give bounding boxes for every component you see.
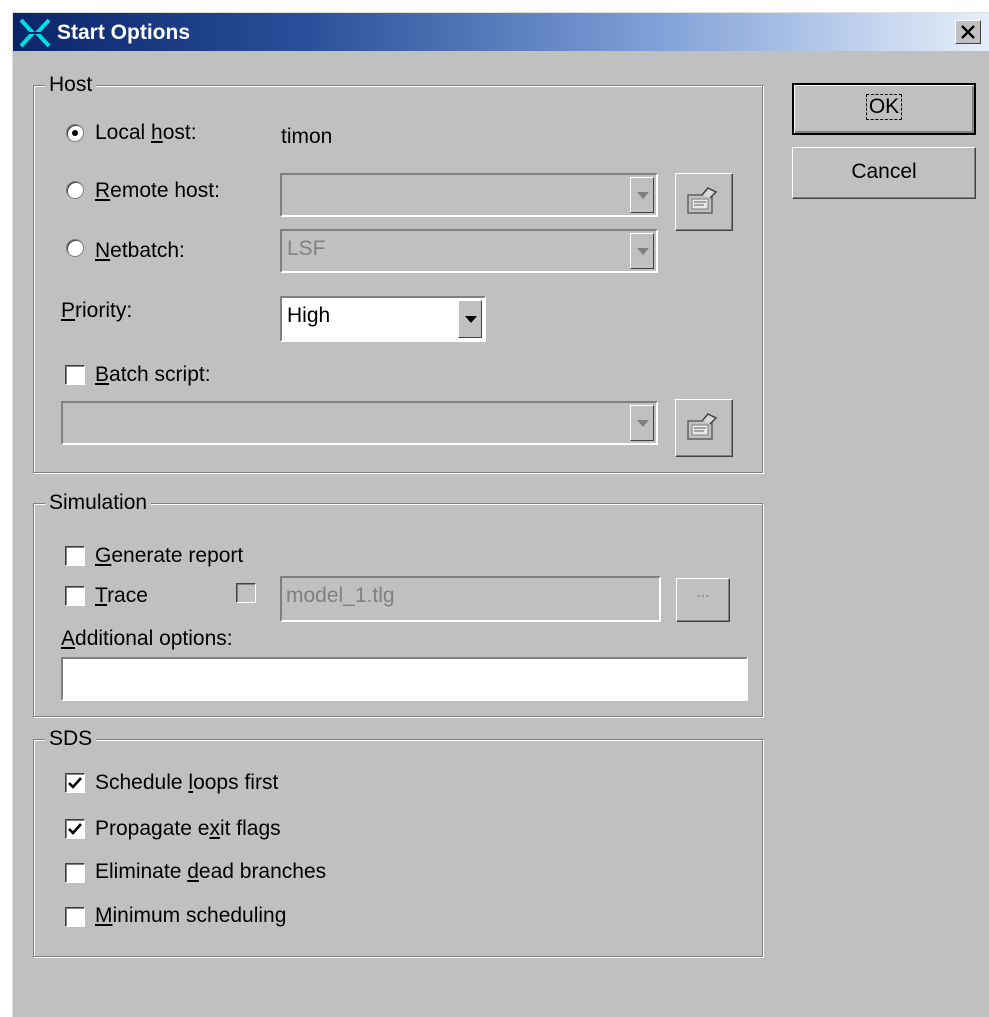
- priority-dropdown-arrow[interactable]: [458, 300, 482, 338]
- additional-options-label: Additional options:: [61, 627, 233, 650]
- window-title: Start Options: [57, 21, 191, 44]
- trace-checkbox[interactable]: [65, 586, 85, 606]
- eliminate-dead-branches-label[interactable]: Eliminate dead branches: [95, 860, 326, 884]
- netbatch-label[interactable]: Netbatch:: [95, 239, 185, 263]
- batch-script-checkbox[interactable]: [65, 365, 85, 385]
- app-logo-icon: [19, 18, 51, 48]
- batch-script-combo[interactable]: [61, 401, 658, 445]
- remote-host-label[interactable]: Remote host:: [95, 179, 220, 203]
- ellipsis-label: ...: [696, 584, 710, 601]
- generate-report-checkbox[interactable]: [65, 546, 85, 566]
- close-x-icon: [961, 25, 975, 39]
- folder-properties-icon: [687, 413, 718, 440]
- trace-label[interactable]: Trace: [95, 584, 148, 608]
- folder-properties-icon: [687, 187, 718, 214]
- remote-host-radio[interactable]: [66, 181, 84, 199]
- local-host-radio[interactable]: [66, 124, 84, 142]
- checkmark-icon: [68, 777, 82, 789]
- netbatch-value: LSF: [287, 237, 326, 260]
- host-legend: Host: [45, 73, 97, 97]
- ok-button[interactable]: OK: [792, 83, 976, 135]
- additional-options-input[interactable]: [61, 657, 748, 701]
- start-options-dialog: Start Options OK Cancel Host Local host:…: [12, 12, 989, 1017]
- netbatch-combo[interactable]: LSF: [280, 229, 658, 273]
- priority-select[interactable]: High: [280, 296, 486, 342]
- trace-file-checkbox[interactable]: [236, 583, 256, 603]
- remote-host-browse-button[interactable]: [675, 173, 733, 231]
- netbatch-radio[interactable]: [66, 239, 84, 257]
- batch-script-browse-button[interactable]: [675, 399, 733, 457]
- schedule-loops-first-checkbox[interactable]: [65, 773, 85, 793]
- minimum-scheduling-checkbox[interactable]: [65, 907, 85, 927]
- cancel-label: Cancel: [851, 160, 917, 183]
- eliminate-dead-branches-checkbox[interactable]: [65, 863, 85, 883]
- generate-report-label[interactable]: Generate report: [95, 544, 243, 568]
- priority-value: High: [287, 304, 331, 327]
- trace-file-value: model_1.tlg: [286, 584, 395, 607]
- netbatch-dropdown-arrow[interactable]: [630, 233, 654, 269]
- propagate-exit-flags-checkbox[interactable]: [65, 819, 85, 839]
- minimum-scheduling-label[interactable]: Minimum scheduling: [95, 904, 286, 928]
- schedule-loops-first-label[interactable]: Schedule loops first: [95, 771, 278, 795]
- propagate-exit-flags-label[interactable]: Propagate exit flags: [95, 817, 281, 841]
- sds-legend: SDS: [45, 727, 97, 751]
- local-host-label[interactable]: Local host:: [95, 121, 197, 145]
- batch-script-dropdown-arrow[interactable]: [630, 405, 654, 441]
- checkmark-icon: [68, 823, 82, 835]
- local-host-value: timon: [281, 125, 333, 148]
- priority-label: Priority:: [61, 299, 133, 322]
- remote-host-combo[interactable]: [280, 173, 658, 217]
- ok-label: OK: [865, 94, 903, 120]
- trace-file-field[interactable]: model_1.tlg: [280, 576, 661, 622]
- title-bar: Start Options: [13, 13, 989, 51]
- close-button[interactable]: [955, 20, 981, 44]
- cancel-button[interactable]: Cancel: [792, 147, 976, 199]
- simulation-legend: Simulation: [45, 491, 152, 515]
- trace-file-browse-button[interactable]: ...: [676, 578, 730, 622]
- batch-script-label[interactable]: Batch script:: [95, 363, 211, 387]
- remote-host-dropdown-arrow[interactable]: [630, 177, 654, 213]
